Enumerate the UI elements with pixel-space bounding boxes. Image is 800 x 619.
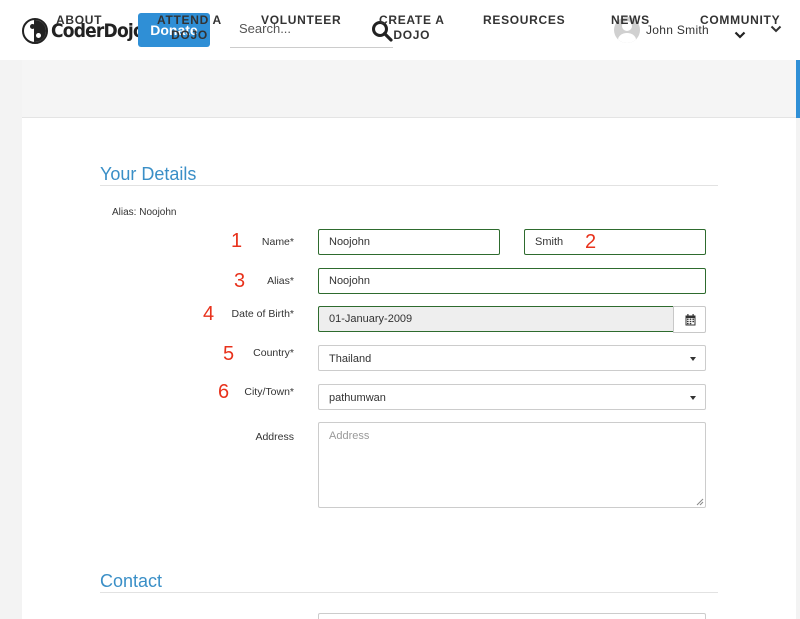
city-town-value: pathumwan bbox=[329, 392, 386, 404]
nav-label: ABOUT bbox=[56, 13, 103, 27]
alias-label: Alias* bbox=[267, 275, 294, 287]
section-divider bbox=[100, 185, 718, 186]
nav-edge-strip bbox=[796, 60, 800, 118]
main-nav bbox=[22, 60, 796, 118]
contact-field[interactable] bbox=[318, 613, 706, 619]
nav-label: CREATE A bbox=[379, 13, 445, 27]
nav-label: COMMUNITY bbox=[700, 13, 781, 27]
section-divider bbox=[100, 592, 718, 593]
nav-item-create-a-dojo[interactable]: CREATE A DOJO bbox=[379, 13, 445, 43]
nav-label: NEWS bbox=[611, 13, 650, 27]
resize-handle-icon[interactable] bbox=[696, 498, 704, 506]
address-label: Address bbox=[255, 431, 294, 443]
caret-down-icon bbox=[690, 357, 696, 361]
yin-yang-icon bbox=[22, 18, 48, 44]
name-label: Name* bbox=[261, 236, 294, 248]
calendar-icon bbox=[685, 314, 696, 326]
section-title-your-details: Your Details bbox=[100, 164, 197, 184]
address-field[interactable] bbox=[318, 422, 706, 508]
annotation-marker-2: 2 bbox=[585, 231, 597, 253]
alias-field[interactable] bbox=[318, 268, 706, 294]
city-town-label: City/Town* bbox=[244, 386, 294, 398]
date-of-birth-label: Date of Birth* bbox=[231, 308, 294, 320]
alias-note: Alias: Noojohn bbox=[112, 207, 177, 218]
nav-label: ATTEND A bbox=[157, 13, 222, 27]
first-name-field[interactable] bbox=[318, 229, 500, 255]
country-value: Thailand bbox=[329, 353, 372, 365]
calendar-button[interactable] bbox=[673, 306, 706, 333]
chevron-down-icon bbox=[734, 31, 746, 39]
caret-down-icon bbox=[690, 396, 696, 400]
nav-item-attend-a-dojo[interactable]: ATTEND A DOJO bbox=[157, 13, 222, 43]
country-select[interactable]: Thailand bbox=[318, 345, 706, 371]
last-name-field[interactable] bbox=[524, 229, 706, 255]
nav-item-news[interactable]: NEWS bbox=[611, 13, 650, 28]
nav-item-about[interactable]: ABOUT bbox=[56, 13, 102, 28]
nav-item-community[interactable]: COMMUNITY bbox=[700, 13, 780, 39]
date-of-birth-field[interactable] bbox=[318, 306, 674, 332]
country-label: Country* bbox=[253, 347, 294, 359]
nav-label: RESOURCES bbox=[483, 13, 566, 27]
nav-label: VOLUNTEER bbox=[261, 13, 342, 27]
nav-label: DOJO bbox=[393, 28, 431, 42]
nav-item-volunteer[interactable]: VOLUNTEER bbox=[261, 13, 341, 28]
nav-item-resources[interactable]: RESOURCES bbox=[483, 13, 565, 28]
nav-label: DOJO bbox=[171, 28, 208, 42]
city-town-select[interactable]: pathumwan bbox=[318, 384, 706, 410]
section-title-contact: Contact bbox=[100, 571, 163, 591]
